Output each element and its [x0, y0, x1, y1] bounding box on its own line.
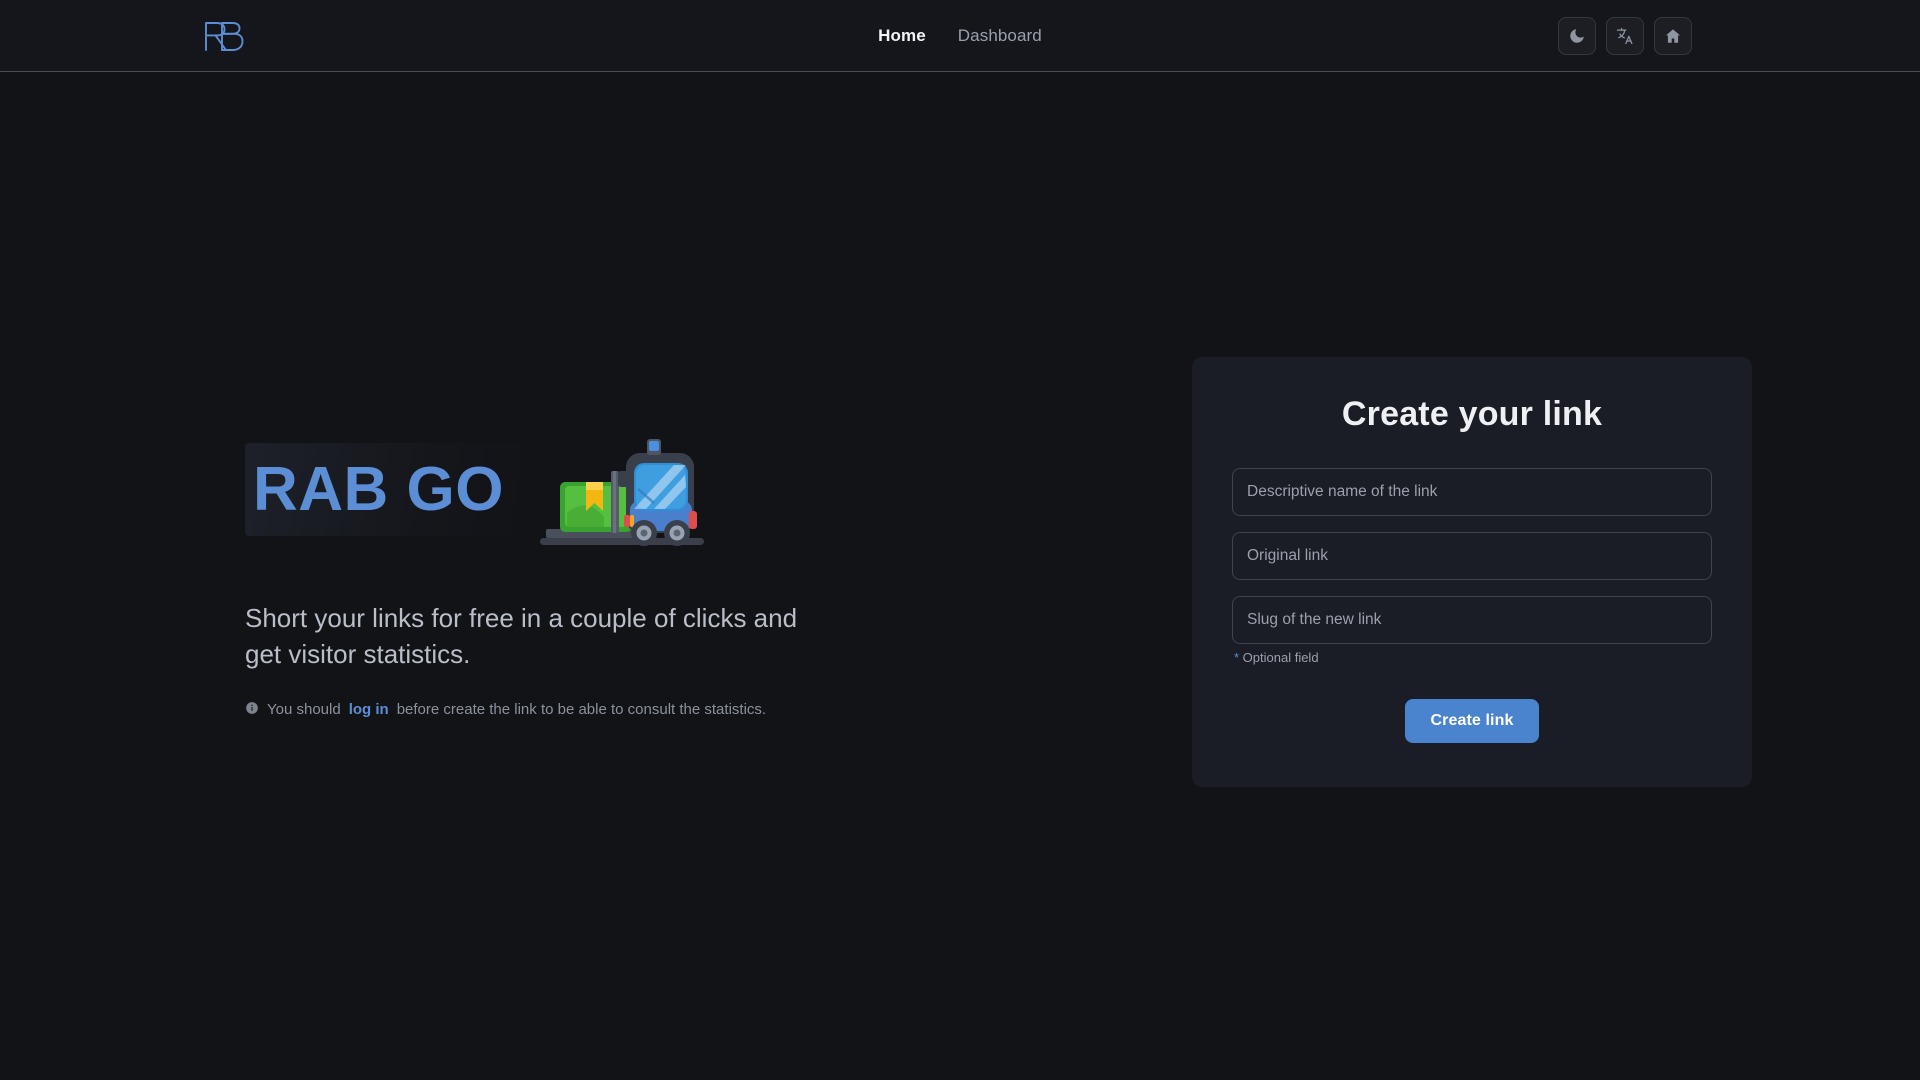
info-icon [245, 701, 259, 719]
hero-subtitle: Short your links for free in a couple of… [245, 602, 798, 669]
top-header: Home Dashboard [0, 0, 1920, 72]
slug-input[interactable] [1232, 596, 1712, 644]
moon-icon [1568, 27, 1586, 45]
optional-field-note: * Optional field [1232, 650, 1712, 665]
card-actions: Create link [1232, 699, 1712, 743]
nav-item-dashboard[interactable]: Dashboard [958, 26, 1042, 46]
original-link-input[interactable] [1232, 532, 1712, 580]
login-notice: You should log in before create the link… [245, 700, 860, 719]
login-link[interactable]: log in [349, 701, 389, 718]
main-content: RAB GO Short your links for free in a co… [0, 72, 1920, 1080]
brand-logo[interactable] [202, 19, 248, 53]
theme-toggle-button[interactable] [1558, 16, 1596, 55]
login-notice-prefix: You should [267, 701, 341, 719]
forklift-illustration [534, 427, 710, 555]
language-toggle-button[interactable] [1606, 16, 1644, 55]
login-notice-suffix: before create the link to be able to con… [396, 701, 767, 719]
hero-title-row: RAB GO [245, 425, 860, 555]
optional-label: Optional field [1239, 650, 1319, 665]
hero-section: RAB GO Short your links for free in a co… [140, 425, 860, 720]
link-name-input[interactable] [1232, 468, 1712, 516]
create-link-button[interactable]: Create link [1404, 699, 1540, 743]
main-nav: Home Dashboard [878, 26, 1042, 46]
translate-icon [1615, 26, 1635, 46]
page-title: RAB GO [245, 443, 522, 537]
card-title: Create your link [1341, 395, 1603, 433]
nav-item-home[interactable]: Home [878, 26, 926, 46]
home-icon [1664, 27, 1682, 45]
header-actions [1558, 16, 1692, 55]
home-button[interactable] [1654, 16, 1692, 55]
create-link-card: Create your link * Optional field Create… [1192, 357, 1752, 787]
rb-logo-icon [202, 19, 248, 53]
